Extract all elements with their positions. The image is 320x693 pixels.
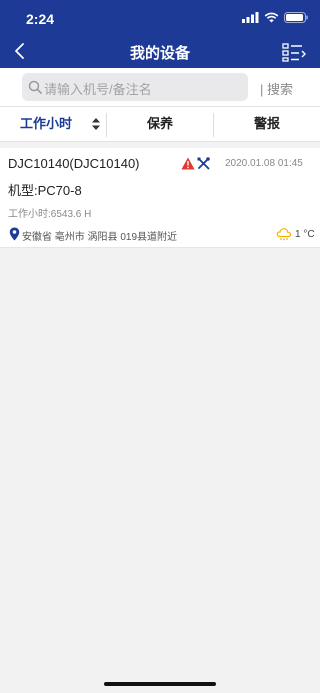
temperature: 1 °C bbox=[295, 229, 315, 240]
status-bar: 2:24 bbox=[0, 0, 320, 36]
tab-maintenance[interactable]: 保养 bbox=[107, 107, 213, 141]
maintenance-tools-icon bbox=[197, 157, 210, 170]
search-icon bbox=[28, 80, 42, 94]
warning-icon bbox=[181, 157, 195, 170]
signal-icon bbox=[242, 12, 259, 23]
status-time: 2:24 bbox=[26, 11, 55, 27]
device-work-hours: 工作小时:6543.6 H bbox=[8, 209, 92, 220]
device-name: DJC10140(DJC10140) bbox=[8, 156, 140, 171]
wifi-icon bbox=[264, 12, 279, 23]
page-title: 我的设备 bbox=[129, 45, 190, 62]
list-menu-icon[interactable] bbox=[282, 41, 308, 63]
search-input[interactable]: 请输入机号/备注名 bbox=[22, 73, 248, 101]
status-icons bbox=[242, 12, 308, 23]
device-timestamp: 2020.01.08 01:45 bbox=[225, 158, 303, 169]
location-pin-icon bbox=[9, 227, 20, 241]
weather-snow-icon bbox=[276, 228, 292, 241]
search-bar: 请输入机号/备注名 | 搜索 bbox=[0, 68, 320, 106]
device-model: 机型:PC70-8 bbox=[8, 183, 82, 198]
home-indicator bbox=[104, 682, 216, 686]
sort-icon[interactable] bbox=[92, 118, 100, 130]
device-location: 安徽省 亳州市 涡阳县 019县道附近 bbox=[22, 232, 178, 243]
battery-icon bbox=[284, 12, 308, 23]
device-card[interactable]: DJC10140(DJC10140) 2020.01.08 01:45 机型:P… bbox=[0, 148, 320, 248]
navigation-bar: 我的设备 bbox=[0, 36, 320, 68]
tab-alarm[interactable]: 警报 bbox=[214, 107, 320, 141]
header: 2:24 我的设备 bbox=[0, 0, 320, 68]
filter-tabs: 工作小时 保养 警报 bbox=[0, 106, 320, 142]
search-button[interactable]: | 搜索 bbox=[260, 79, 293, 98]
tab-work-hours[interactable]: 工作小时 bbox=[0, 107, 106, 141]
search-placeholder: 请输入机号/备注名 bbox=[44, 82, 152, 97]
